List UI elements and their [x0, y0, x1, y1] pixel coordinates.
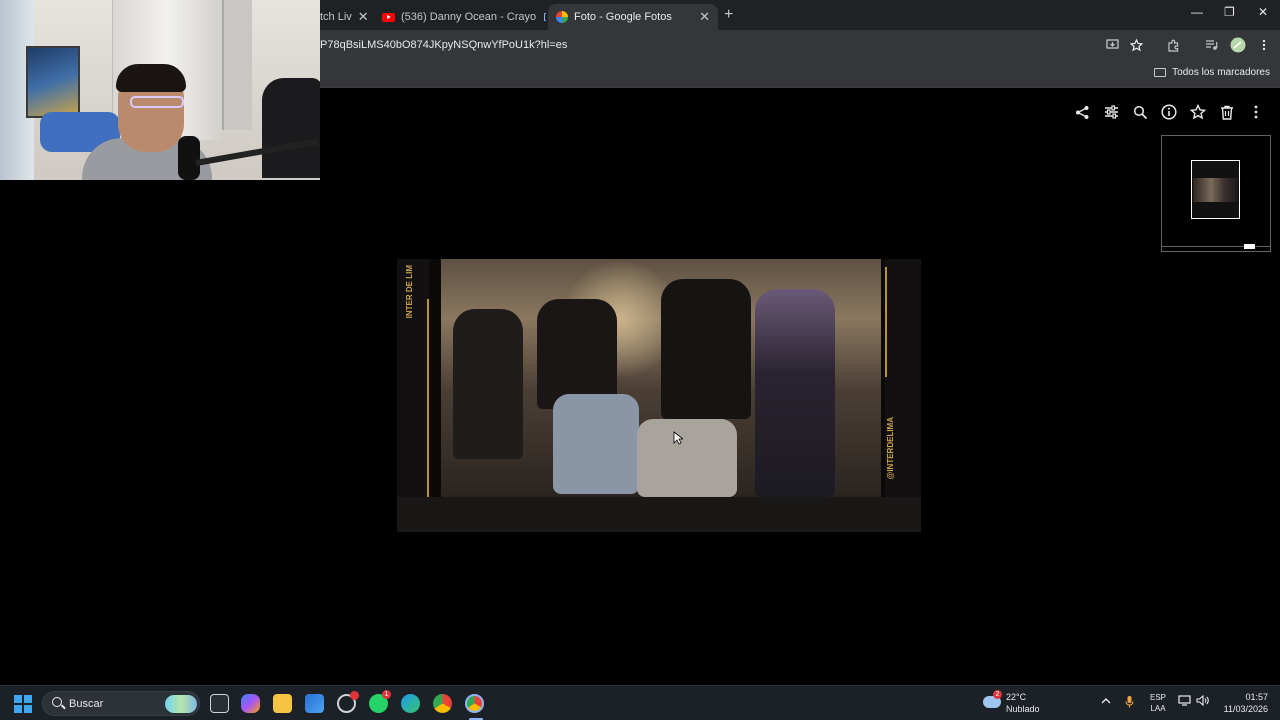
tab-close-icon[interactable]: ✕ — [693, 9, 710, 25]
photo-pants — [637, 419, 737, 497]
google-photos-icon — [556, 11, 568, 23]
photo-frame-right — [885, 259, 921, 532]
photo-person — [755, 289, 835, 497]
webcam-microphone — [178, 136, 200, 180]
all-bookmarks-label: Todos los marcadores — [1172, 67, 1270, 78]
photo-scene — [441, 259, 881, 497]
weather-condition: Nublado — [1006, 704, 1040, 714]
navigator-thumbnail[interactable] — [1191, 160, 1240, 219]
search-icon — [52, 697, 62, 707]
photo-person — [537, 299, 617, 409]
photo-watermark-right: @INTERDELIMA — [886, 417, 895, 480]
search-label: Buscar — [69, 698, 104, 710]
more-options-icon[interactable] — [1246, 102, 1266, 122]
edge-icon[interactable] — [401, 694, 420, 713]
tab-label: Foto - Google Fotos — [574, 11, 672, 23]
favorite-star-icon[interactable] — [1188, 102, 1208, 122]
webcam-person-hair — [116, 64, 186, 92]
browser-menu-icon[interactable] — [1255, 36, 1273, 54]
taskbar: Buscar 1 2 22°C Nublado ESP LAA 01:57 11… — [0, 685, 1280, 720]
chrome-profile-icon[interactable] — [465, 694, 484, 713]
webcam-door — [222, 0, 252, 130]
whatsapp-badge: 1 — [382, 690, 391, 699]
all-bookmarks-button[interactable]: Todos los marcadores — [1154, 67, 1270, 78]
network-icon[interactable] — [1178, 695, 1191, 709]
clock-time: 01:57 — [1245, 692, 1268, 702]
picture-in-picture-icon — [544, 13, 546, 21]
tab-label: tch Liv — [320, 11, 352, 23]
webcam-poster — [26, 46, 80, 118]
file-explorer-icon[interactable] — [273, 694, 292, 713]
volume-icon[interactable] — [1196, 694, 1209, 709]
delete-icon[interactable] — [1217, 102, 1237, 122]
info-icon[interactable] — [1159, 102, 1179, 122]
photo-floor — [397, 497, 921, 532]
folder-icon — [1154, 68, 1167, 77]
new-tab-button[interactable]: + — [724, 6, 733, 24]
minimize-button[interactable]: — — [1191, 5, 1203, 19]
show-hidden-icons-chevron-icon[interactable] — [1101, 695, 1111, 707]
photo-person — [661, 279, 751, 419]
windows-start-button[interactable] — [14, 695, 32, 713]
weather-badge: 2 — [993, 690, 1002, 699]
language-line1: ESP — [1150, 693, 1167, 702]
system-clock[interactable]: 01:57 11/03/2026 — [1216, 691, 1268, 715]
navigator-handle[interactable] — [1244, 244, 1255, 249]
zoom-icon[interactable] — [1130, 102, 1150, 122]
edit-adjust-icon[interactable] — [1101, 102, 1121, 122]
chrome-icon[interactable] — [433, 694, 452, 713]
zoom-navigator[interactable] — [1161, 135, 1271, 252]
search-highlight-art — [165, 695, 197, 713]
photo-gold-line — [885, 267, 887, 377]
webcam-jacket — [262, 78, 320, 178]
obs-recording-badge — [350, 691, 359, 700]
close-window-button[interactable]: ✕ — [1258, 5, 1268, 19]
extensions-icon[interactable] — [1164, 36, 1182, 54]
microphone-icon[interactable] — [1125, 695, 1134, 711]
install-app-icon[interactable] — [1103, 36, 1121, 54]
profile-avatar-icon[interactable] — [1229, 36, 1247, 54]
webcam-overlay — [0, 0, 320, 180]
photo-gold-line — [427, 299, 429, 497]
language-line2: LAA — [1150, 704, 1166, 713]
tab-label: (536) Danny Ocean - Crayo — [401, 11, 537, 23]
webcam-person-glasses — [130, 96, 184, 108]
task-view-icon[interactable] — [210, 694, 229, 713]
taskbar-search[interactable]: Buscar — [42, 691, 200, 716]
youtube-icon — [382, 12, 395, 22]
media-control-icon[interactable] — [1202, 36, 1220, 54]
photo-watermark-left: INTER DE LIM — [405, 265, 414, 319]
address-bar[interactable]: P78qBsiLMS40bO874JKpyNSQnwYfPoU1k?hl=es — [320, 39, 567, 51]
tab-twitch[interactable]: tch Liv ✕ — [312, 4, 374, 30]
bookmark-star-icon[interactable] — [1127, 36, 1145, 54]
tab-youtube[interactable]: (536) Danny Ocean - Crayo ✕ — [374, 4, 546, 30]
microsoft-store-icon[interactable] — [305, 694, 324, 713]
screen: tch Liv ✕ (536) Danny Ocean - Crayo ✕ Fo… — [0, 0, 1280, 720]
photo-jeans — [553, 394, 639, 494]
clock-date: 11/03/2026 — [1223, 704, 1268, 714]
input-language[interactable]: ESP LAA — [1150, 692, 1166, 714]
thumbnail-image — [1193, 178, 1238, 202]
weather-temperature: 22°C — [1006, 692, 1027, 702]
tab-google-photos[interactable]: Foto - Google Fotos ✕ — [548, 4, 718, 30]
share-icon[interactable] — [1072, 102, 1092, 122]
tab-close-icon[interactable]: ✕ — [352, 9, 369, 25]
photo-person — [453, 309, 523, 459]
main-photo[interactable]: INTER DE LIM @INTERDELIMA — [397, 259, 921, 532]
mouse-cursor-icon — [673, 431, 683, 445]
restore-button[interactable]: ❐ — [1224, 5, 1235, 19]
copilot-icon[interactable] — [241, 694, 260, 713]
